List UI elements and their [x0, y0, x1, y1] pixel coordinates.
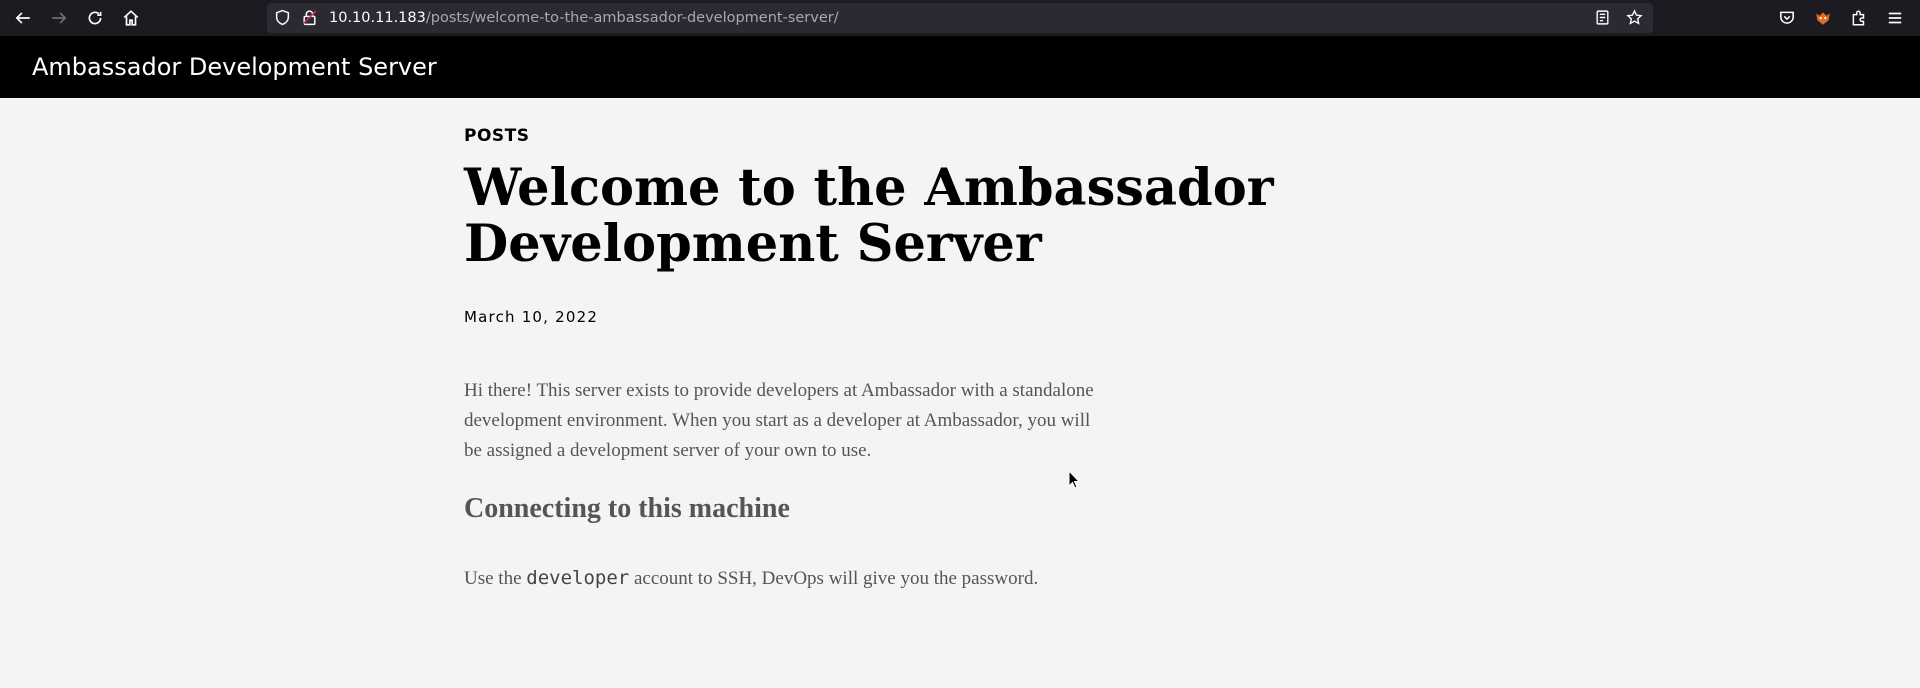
hamburger-menu-icon[interactable]: [1884, 7, 1906, 29]
post-paragraph-ssh: Use the developer account to SSH, DevOps…: [464, 563, 1264, 594]
tracking-shield-icon[interactable]: [274, 9, 291, 30]
browser-toolbar: 10.10.11.183/posts/welcome-to-the-ambass…: [0, 0, 1920, 36]
section-label[interactable]: POSTS: [464, 126, 530, 146]
insecure-lock-icon[interactable]: [301, 9, 318, 30]
url-text[interactable]: 10.10.11.183/posts/welcome-to-the-ambass…: [329, 3, 839, 33]
post-body: Hi there! This server exists to provide …: [464, 376, 1104, 466]
home-icon[interactable]: [119, 6, 143, 30]
post-title: Welcome to the Ambassador Development Se…: [464, 158, 1274, 274]
forward-arrow-icon[interactable]: [47, 6, 71, 30]
site-header: Ambassador Development Server: [0, 36, 1920, 98]
mouse-cursor-icon: [1068, 469, 1082, 494]
url-path: /posts/welcome-to-the-ambassador-develop…: [425, 10, 839, 26]
ssh-text-before: Use the: [464, 568, 527, 589]
url-host: 10.10.11.183: [329, 10, 426, 26]
pocket-icon[interactable]: [1776, 7, 1798, 29]
reload-icon[interactable]: [83, 6, 107, 30]
reader-view-icon[interactable]: [1594, 9, 1611, 30]
fox-extension-icon[interactable]: [1812, 7, 1834, 29]
bookmark-star-icon[interactable]: [1626, 9, 1643, 30]
back-arrow-icon[interactable]: [11, 6, 35, 30]
puzzle-extensions-icon[interactable]: [1848, 7, 1870, 29]
url-bar[interactable]: 10.10.11.183/posts/welcome-to-the-ambass…: [267, 3, 1653, 33]
ssh-text-after: account to SSH, DevOps will give you the…: [629, 568, 1039, 589]
site-title-link[interactable]: Ambassador Development Server: [32, 36, 437, 98]
post-paragraph: Hi there! This server exists to provide …: [464, 380, 1094, 461]
username-code: developer: [526, 567, 630, 589]
post-subheading: Connecting to this machine: [464, 493, 790, 524]
post-date: March 10, 2022: [464, 308, 599, 326]
